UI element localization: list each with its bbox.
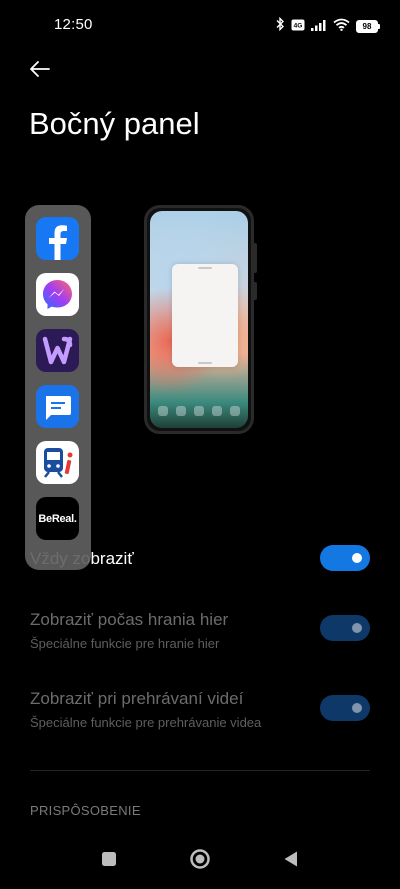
network-badge-text: 4G xyxy=(294,22,303,29)
phone-preview-dock xyxy=(154,406,244,420)
back-button[interactable] xyxy=(26,55,54,83)
bluetooth-icon xyxy=(275,16,285,36)
network-type-icon: 4G xyxy=(291,18,305,36)
back-triangle-icon xyxy=(284,851,297,867)
messenger-app-icon[interactable] xyxy=(36,273,79,316)
floating-window-preview xyxy=(172,264,238,367)
toggle-knob xyxy=(352,553,362,563)
page-title: Bočný panel xyxy=(29,106,200,141)
phone-power-button xyxy=(253,282,257,300)
messages-app-icon[interactable] xyxy=(36,385,79,428)
home-button[interactable] xyxy=(187,846,213,872)
home-circle-icon xyxy=(190,849,210,869)
setting-videos-label: Zobraziť pri prehrávaní videí xyxy=(30,689,244,708)
toggle-knob xyxy=(352,623,362,633)
setting-videos-subtitle: Špeciálne funkcie pre prehrávanie videa xyxy=(30,715,262,730)
setting-games-label: Zobraziť počas hrania hier xyxy=(30,610,229,629)
setting-games-subtitle: Špeciálne funkcie pre hranie hier xyxy=(30,636,220,651)
navigation-bar xyxy=(0,829,400,889)
setting-show-during-videos[interactable]: Zobraziť pri prehrávaní videí Špeciálne … xyxy=(30,689,370,733)
sidebar-preview-phone xyxy=(144,205,254,434)
transit-app-icon[interactable] xyxy=(36,441,79,484)
nav-back-button[interactable] xyxy=(278,846,304,872)
phone-preview-screen xyxy=(150,211,248,428)
signal-icon xyxy=(311,18,327,36)
recents-square-icon xyxy=(102,852,116,866)
bereal-app-icon[interactable]: BeReal. xyxy=(36,497,79,540)
status-icons: 4G 98 xyxy=(275,16,380,36)
section-header-customization: PRISPÔSOBENIE xyxy=(30,803,141,818)
section-divider xyxy=(30,770,370,771)
status-time: 12:50 xyxy=(54,16,93,33)
battery-icon: 98 xyxy=(356,20,380,33)
battery-level: 98 xyxy=(356,20,378,33)
recents-button[interactable] xyxy=(96,846,122,872)
toggle-knob xyxy=(352,703,362,713)
setting-show-during-games[interactable]: Zobraziť počas hrania hier Špeciálne fun… xyxy=(30,610,370,654)
always-show-toggle[interactable] xyxy=(320,545,370,571)
bereal-logo-text: BeReal. xyxy=(38,512,77,525)
back-arrow-icon xyxy=(30,61,50,77)
sidebar-panel: BeReal. xyxy=(25,205,91,570)
status-bar: 12:50 4G 98 xyxy=(0,0,400,50)
battery-cap xyxy=(378,24,380,29)
w-app-icon[interactable] xyxy=(36,329,79,372)
facebook-app-icon[interactable] xyxy=(36,217,79,260)
phone-volume-button xyxy=(253,243,257,273)
wifi-icon xyxy=(333,18,350,36)
show-during-videos-toggle[interactable] xyxy=(320,695,370,721)
show-during-games-toggle[interactable] xyxy=(320,615,370,641)
